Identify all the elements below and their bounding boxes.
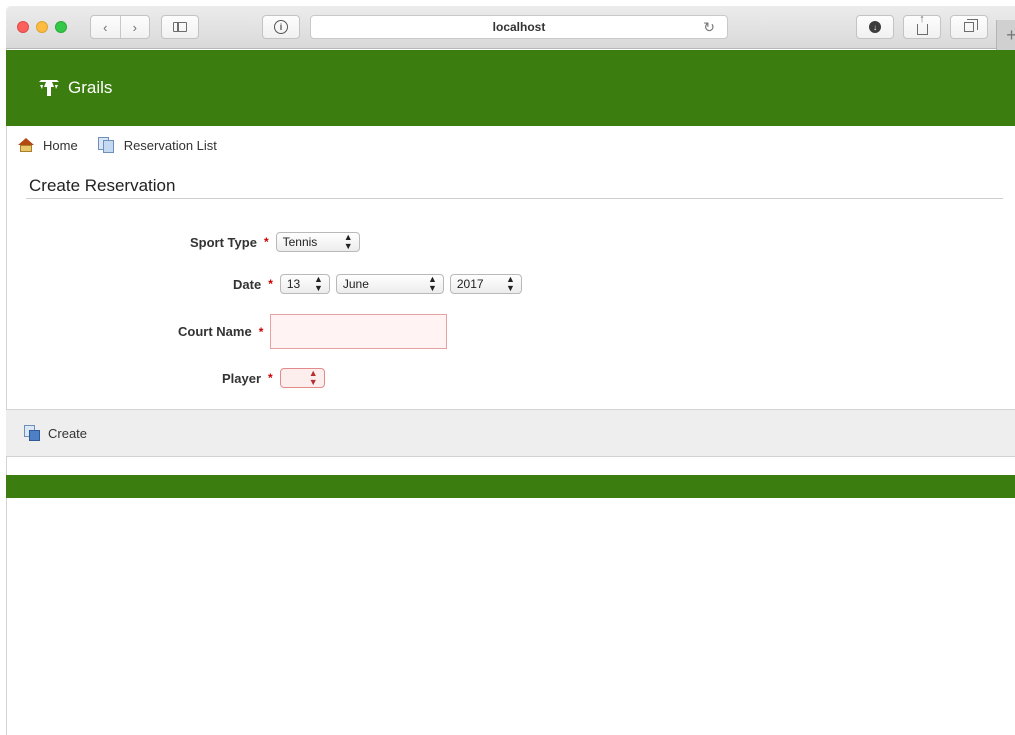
select-arrows-icon: ▲ ▼ <box>308 368 318 387</box>
tabs-icon <box>964 19 978 32</box>
title-divider <box>26 198 1003 199</box>
sidebar-icon <box>173 22 187 32</box>
select-arrows-icon: ▲ ▼ <box>343 232 353 251</box>
new-tab-icon[interactable]: + <box>996 20 1015 50</box>
player-label: Player <box>222 370 262 386</box>
select-arrows-icon: ▲ ▼ <box>505 274 515 293</box>
download-icon: ↓ <box>869 21 881 33</box>
nav-home-link[interactable]: Home <box>17 138 78 153</box>
nav-reservation-list-link[interactable]: Reservation List <box>97 137 217 153</box>
date-label: Date <box>233 276 262 292</box>
browser-toolbar: ‹ › i localhost ↻ ↓ + <box>6 6 1015 50</box>
privacy-icon: i <box>274 20 288 34</box>
brand-name[interactable]: Grails <box>68 78 112 98</box>
date-day-value: 13 <box>286 277 301 291</box>
required-marker: * <box>263 235 269 249</box>
reload-icon[interactable]: ↻ <box>703 19 715 36</box>
create-icon <box>24 425 40 441</box>
required-marker: * <box>258 324 264 339</box>
page-title: Create Reservation <box>29 176 176 195</box>
sport-type-label: Sport Type <box>190 234 257 250</box>
date-day-select[interactable]: 13 ▲ ▼ <box>279 274 330 294</box>
court-name-input[interactable] <box>270 314 448 349</box>
downloads-button[interactable]: ↓ <box>856 15 894 39</box>
create-button[interactable]: Create <box>48 426 87 441</box>
select-arrows-icon: ▲ ▼ <box>313 274 323 293</box>
grails-logo-icon <box>39 80 59 96</box>
nav-home-label: Home <box>43 137 78 153</box>
show-tabs-button[interactable] <box>950 15 988 39</box>
player-select[interactable]: ▲ ▼ <box>279 368 325 388</box>
minimize-window-button[interactable] <box>36 21 48 33</box>
court-name-row: Court Name * <box>178 314 448 349</box>
back-forward-buttons: ‹ › <box>90 15 150 39</box>
date-month-value: June <box>342 277 369 291</box>
privacy-report-button[interactable]: i <box>262 15 300 39</box>
date-row: Date * 13 ▲ ▼ June ▲ ▼ 2017 ▲ ▼ <box>233 274 528 294</box>
url-text: localhost <box>492 20 546 34</box>
court-name-label: Court Name <box>178 324 252 339</box>
button-bar: Create <box>6 409 1015 457</box>
date-month-select[interactable]: June ▲ ▼ <box>335 274 444 294</box>
sidebar-button[interactable] <box>161 15 199 39</box>
zoom-window-button[interactable] <box>55 21 67 33</box>
required-marker: * <box>268 371 273 385</box>
back-icon[interactable]: ‹ <box>91 20 120 35</box>
date-year-value: 2017 <box>456 277 484 291</box>
sport-type-select[interactable]: Tennis ▲ ▼ <box>275 232 360 252</box>
close-window-button[interactable] <box>17 21 29 33</box>
home-icon <box>17 138 35 152</box>
date-year-select[interactable]: 2017 ▲ ▼ <box>449 274 522 294</box>
sport-type-row: Sport Type * Tennis ▲ ▼ <box>190 232 366 252</box>
nav-reservation-list-label: Reservation List <box>123 137 217 153</box>
list-icon <box>97 137 116 153</box>
address-bar[interactable]: localhost ↻ <box>310 15 728 39</box>
share-button[interactable] <box>903 14 941 39</box>
select-arrows-icon: ▲ ▼ <box>427 274 437 293</box>
sport-type-value: Tennis <box>282 235 318 249</box>
site-footer <box>6 475 1015 498</box>
navigation-bar: Home Reservation List <box>6 126 1015 164</box>
player-row: Player * ▲ ▼ <box>222 368 331 388</box>
site-header: Grails <box>6 50 1015 126</box>
forward-icon[interactable]: › <box>121 20 150 35</box>
share-icon <box>916 14 928 35</box>
required-marker: * <box>268 277 273 291</box>
